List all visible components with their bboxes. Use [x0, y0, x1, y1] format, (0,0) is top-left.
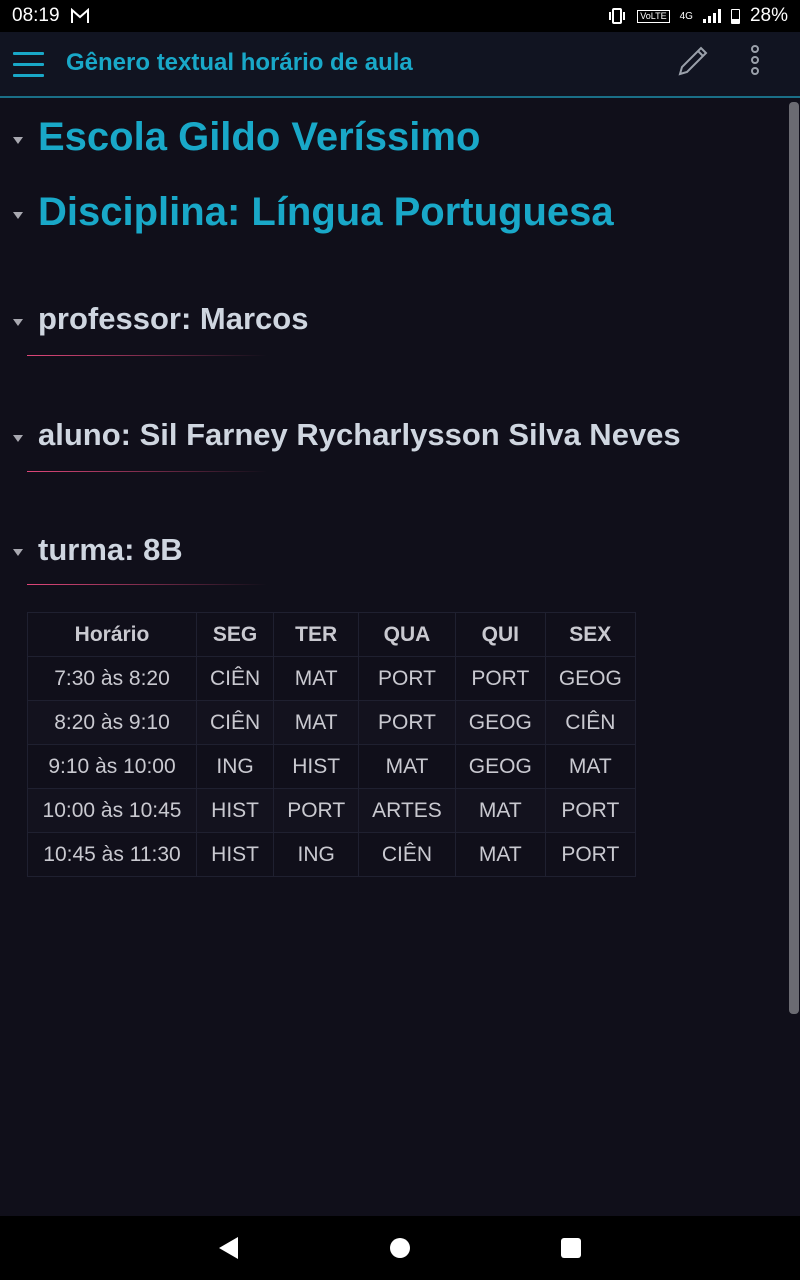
- school-heading: Escola Gildo Veríssimo: [38, 115, 481, 159]
- table-row: 8:20 às 9:10 CIÊN MAT PORT GEOG CIÊN: [27, 700, 636, 745]
- network-type: 4G: [679, 10, 693, 22]
- table-cell: PORT: [358, 656, 456, 701]
- table-header-row: Horário SEG TER QUA QUI SEX: [27, 612, 636, 657]
- table-cell: CIÊN: [195, 656, 275, 701]
- table-cell: MAT: [273, 700, 360, 745]
- column-header: QUA: [358, 612, 456, 657]
- heading-underline: [27, 471, 267, 472]
- collapse-caret-icon[interactable]: [13, 435, 23, 442]
- class-heading: turma: 8B: [38, 532, 183, 567]
- teacher-heading: professor: Marcos: [38, 301, 309, 336]
- volte-badge: VoLTE: [637, 9, 670, 23]
- table-row: 7:30 às 8:20 CIÊN MAT PORT PORT GEOG: [27, 656, 636, 701]
- menu-icon[interactable]: [13, 52, 44, 77]
- table-cell: CIÊN: [358, 832, 456, 877]
- app-title: Gênero textual horário de aula: [66, 49, 413, 76]
- scrollbar[interactable]: [789, 102, 799, 1014]
- signal-icon: [702, 9, 721, 23]
- gmail-icon: [70, 8, 89, 23]
- table-cell: CIÊN: [544, 700, 636, 745]
- battery-percent: 28%: [749, 5, 788, 26]
- table-cell: GEOG: [454, 700, 546, 745]
- table-cell: PORT: [544, 788, 636, 833]
- table-cell: ING: [273, 832, 360, 877]
- student-heading: aluno: Sil Farney Rycharlysson Silva Nev…: [38, 417, 681, 452]
- heading-underline: [27, 584, 267, 585]
- table-cell: PORT: [454, 656, 546, 701]
- table-row: 10:45 às 11:30 HIST ING CIÊN MAT PORT: [27, 832, 636, 877]
- battery-icon: [730, 8, 740, 24]
- table-cell: CIÊN: [195, 700, 275, 745]
- table-cell: MAT: [454, 788, 546, 833]
- table-cell: 10:45 às 11:30: [27, 832, 197, 877]
- collapse-caret-icon[interactable]: [13, 137, 23, 144]
- collapse-caret-icon[interactable]: [13, 319, 23, 326]
- column-header: TER: [273, 612, 360, 657]
- table-cell: MAT: [454, 832, 546, 877]
- subject-heading: Disciplina: Língua Portuguesa: [38, 190, 614, 234]
- table-cell: MAT: [358, 744, 456, 789]
- column-header: SEX: [544, 612, 636, 657]
- table-cell: PORT: [358, 700, 456, 745]
- heading-underline: [27, 355, 267, 356]
- table-cell: MAT: [273, 656, 360, 701]
- table-cell: PORT: [273, 788, 360, 833]
- table-cell: ARTES: [358, 788, 456, 833]
- status-bar: 08:19 VoLTE 4G 28%: [0, 0, 800, 32]
- table-cell: HIST: [195, 832, 275, 877]
- schedule-table: Horário SEG TER QUA QUI SEX 7:30 às 8:20…: [27, 612, 636, 877]
- table-cell: HIST: [195, 788, 275, 833]
- collapse-caret-icon[interactable]: [13, 212, 23, 219]
- table-row: 10:00 às 10:45 HIST PORT ARTES MAT PORT: [27, 788, 636, 833]
- table-row: 9:10 às 10:00 ING HIST MAT GEOG MAT: [27, 744, 636, 789]
- back-icon[interactable]: [219, 1237, 238, 1259]
- table-cell: HIST: [273, 744, 360, 789]
- vibrate-icon: [609, 8, 626, 24]
- status-time: 08:19: [12, 5, 60, 26]
- table-cell: 10:00 às 10:45: [27, 788, 197, 833]
- more-options-icon[interactable]: [745, 45, 765, 79]
- table-cell: PORT: [544, 832, 636, 877]
- table-cell: GEOG: [454, 744, 546, 789]
- column-header: SEG: [195, 612, 275, 657]
- table-cell: 8:20 às 9:10: [27, 700, 197, 745]
- table-cell: ING: [195, 744, 275, 789]
- table-cell: GEOG: [544, 656, 636, 701]
- table-cell: MAT: [544, 744, 636, 789]
- column-header: QUI: [454, 612, 546, 657]
- collapse-caret-icon[interactable]: [13, 549, 23, 556]
- edit-pencil-icon[interactable]: [674, 44, 710, 80]
- table-cell: 7:30 às 8:20: [27, 656, 197, 701]
- table-cell: 9:10 às 10:00: [27, 744, 197, 789]
- home-icon[interactable]: [390, 1238, 410, 1258]
- column-header: Horário: [27, 612, 197, 657]
- recent-apps-icon[interactable]: [561, 1238, 581, 1258]
